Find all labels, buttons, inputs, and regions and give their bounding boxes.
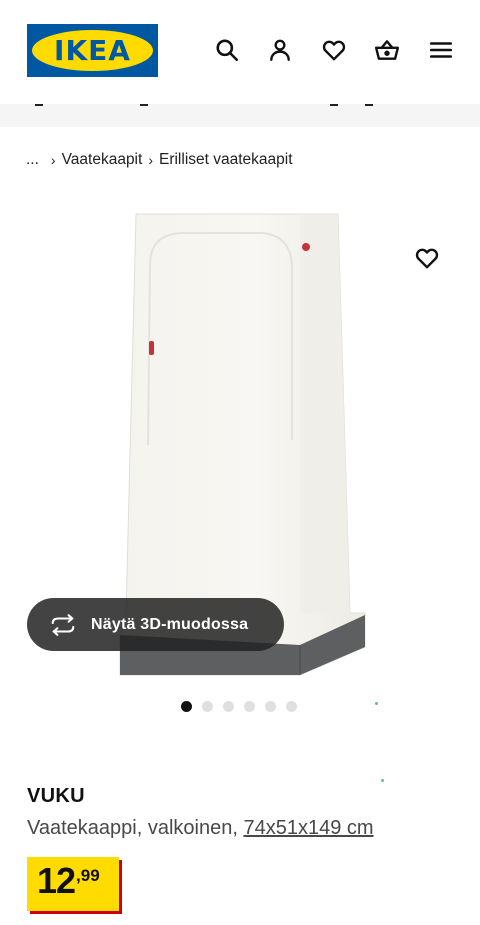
logo-oval: IKEA (32, 30, 153, 71)
product-measurement-link[interactable]: 74x51x149 cm (243, 817, 373, 839)
promo-glyph-fragment (330, 104, 338, 106)
menu-icon[interactable] (427, 36, 455, 64)
product-description: Vaatekaappi, valkoinen, 74x51x149 cm (27, 817, 374, 840)
breadcrumb: ... › Vaatekaapit › Erilliset vaatekaapi… (26, 150, 293, 170)
wishlist-heart-button[interactable] (413, 244, 441, 272)
price-tag: 12 ,99 (27, 857, 119, 911)
chevron-right-icon: › (148, 152, 153, 168)
carousel-dot[interactable] (244, 701, 255, 712)
view-3d-button[interactable]: Näytä 3D-muodossa (27, 598, 284, 651)
chevron-right-icon: › (50, 152, 56, 168)
carousel-dot[interactable] (223, 701, 234, 712)
carousel-dot[interactable] (202, 701, 213, 712)
breadcrumb-item-wardrobes[interactable]: Vaatekaapit (62, 151, 143, 169)
decorative-dot (381, 779, 384, 782)
carousel-dot[interactable] (265, 701, 276, 712)
carousel-dot[interactable] (286, 701, 297, 712)
heart-icon[interactable] (320, 36, 348, 64)
breadcrumb-ellipsis[interactable]: ... (26, 151, 39, 169)
promo-glyph-fragment (140, 104, 148, 106)
price-integer: 12 (37, 860, 76, 901)
red-tag (302, 243, 310, 251)
ikea-logo[interactable]: IKEA (27, 24, 158, 77)
breadcrumb-item-standalone-wardrobes[interactable]: Erilliset vaatekaapit (159, 151, 293, 169)
carousel-dots (181, 701, 297, 712)
account-icon[interactable] (266, 36, 294, 64)
heart-icon (415, 248, 439, 269)
product-description-text: Vaatekaappi, valkoinen, (27, 817, 244, 839)
carousel-dot[interactable] (181, 701, 192, 712)
zipper-pull (149, 341, 154, 355)
search-icon[interactable] (213, 36, 241, 64)
promo-banner-strip[interactable] (0, 104, 480, 127)
view-3d-label: Näytä 3D-muodossa (91, 615, 249, 633)
logo-text: IKEA (54, 33, 131, 67)
header: IKEA (0, 0, 480, 104)
price-decimals: ,99 (76, 866, 100, 885)
rotate-3d-icon (49, 613, 79, 637)
decorative-dot (375, 702, 378, 705)
product-name[interactable]: VUKU (27, 785, 85, 808)
promo-glyph-fragment (35, 104, 43, 106)
promo-glyph-fragment (365, 104, 373, 106)
cart-icon[interactable] (373, 36, 401, 64)
